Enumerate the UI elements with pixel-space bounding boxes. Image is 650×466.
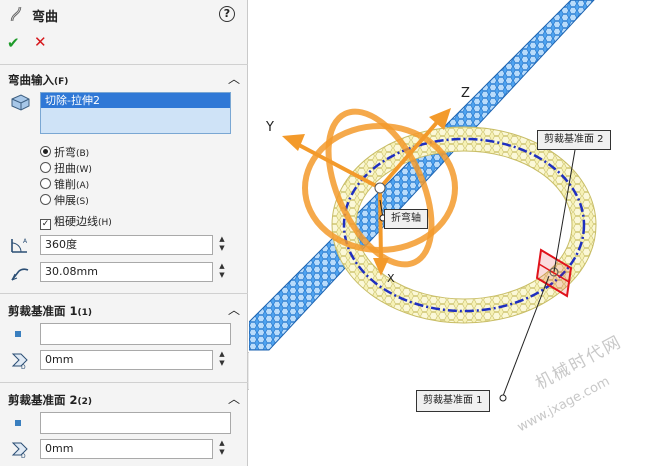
trim-plane-1-section-header[interactable]: 剪裁基准面 1(1) ︿ xyxy=(0,299,248,321)
trim-plane-2-distance-input[interactable]: 0mm xyxy=(40,439,213,459)
trim-plane-1-callout[interactable]: 剪裁基准面 1 xyxy=(416,390,490,412)
y-axis-label: Y xyxy=(266,120,274,135)
angle-spinner[interactable]: ▲ ▼ xyxy=(216,235,228,255)
rigid-edges-option[interactable]: ✓ 粗硬边线(H) xyxy=(40,213,112,230)
property-manager: 弯曲 ? ✔ ✕ 弯曲输入(F) ︿ 切除-拉伸2 折弯(B) 扭曲(W) 锥削… xyxy=(0,0,248,466)
svg-text:A: A xyxy=(23,238,28,245)
reference-entity-icon xyxy=(15,420,21,426)
option-taper[interactable]: 锥削(A) xyxy=(40,176,89,191)
section-label: 剪裁基准面 2 xyxy=(8,393,78,407)
selected-body-item[interactable]: 切除-拉伸2 xyxy=(41,93,230,108)
radio-taper[interactable] xyxy=(40,178,51,189)
section-hint: (F) xyxy=(54,77,69,87)
angle-input[interactable]: 360度 xyxy=(40,235,213,255)
svg-text:D: D xyxy=(21,364,26,370)
trim-plane-1-reference-box[interactable] xyxy=(40,323,231,345)
solid-body-icon xyxy=(11,94,30,111)
section-hint: (2) xyxy=(77,397,93,407)
collapse-chevron-icon[interactable]: ︿ xyxy=(228,301,240,318)
cancel-button[interactable]: ✕ xyxy=(34,33,47,51)
feature-header: 弯曲 ? xyxy=(0,0,248,28)
radius-input[interactable]: 30.08mm xyxy=(40,262,213,282)
bend-axis-callout[interactable]: 折弯轴 xyxy=(384,209,428,229)
trim-plane-2-reference-box[interactable] xyxy=(40,412,231,434)
distance-2-spinner[interactable]: ▲ ▼ xyxy=(216,439,228,459)
bodies-to-flex-listbox[interactable]: 切除-拉伸2 xyxy=(40,92,231,134)
angle-icon: A xyxy=(11,238,28,253)
divider xyxy=(0,64,248,65)
rigid-edges-checkbox[interactable]: ✓ xyxy=(40,219,51,230)
collapse-chevron-icon[interactable]: ︿ xyxy=(228,390,240,407)
radio-bend[interactable] xyxy=(40,146,51,157)
trim-plane-1-distance-input[interactable]: 0mm xyxy=(40,350,213,370)
feature-title: 弯曲 xyxy=(32,10,59,25)
collapse-chevron-icon[interactable]: ︿ xyxy=(228,70,240,87)
ok-button[interactable]: ✔ xyxy=(7,34,20,52)
divider xyxy=(0,382,248,383)
trim-plane-2-section-header[interactable]: 剪裁基准面 2(2) ︿ xyxy=(0,388,248,410)
option-bend[interactable]: 折弯(B) xyxy=(40,144,89,159)
help-icon[interactable]: ? xyxy=(219,6,235,22)
reference-entity-icon xyxy=(15,331,21,337)
flex-feature-icon xyxy=(10,6,22,22)
option-twist[interactable]: 扭曲(W) xyxy=(40,160,92,175)
section-hint: (1) xyxy=(77,308,93,318)
section-label: 剪裁基准面 1 xyxy=(8,304,78,318)
option-stretch[interactable]: 伸展(S) xyxy=(40,192,89,207)
svg-text:D: D xyxy=(21,453,26,459)
section-label: 弯曲输入 xyxy=(8,73,54,87)
bend-input-section-header[interactable]: 弯曲输入(F) ︿ xyxy=(0,68,248,90)
radius-icon xyxy=(11,268,29,281)
distance-icon: D xyxy=(11,353,28,370)
radio-stretch[interactable] xyxy=(40,194,51,205)
x-axis-label: X xyxy=(387,272,395,285)
z-axis-label: Z xyxy=(461,86,470,101)
radio-twist[interactable] xyxy=(40,162,51,173)
divider xyxy=(0,293,248,294)
radius-spinner[interactable]: ▲ ▼ xyxy=(216,262,228,282)
trim-plane-2-callout[interactable]: 剪裁基准面 2 xyxy=(537,130,611,150)
distance-1-spinner[interactable]: ▲ ▼ xyxy=(216,350,228,370)
distance-icon: D xyxy=(11,442,28,459)
